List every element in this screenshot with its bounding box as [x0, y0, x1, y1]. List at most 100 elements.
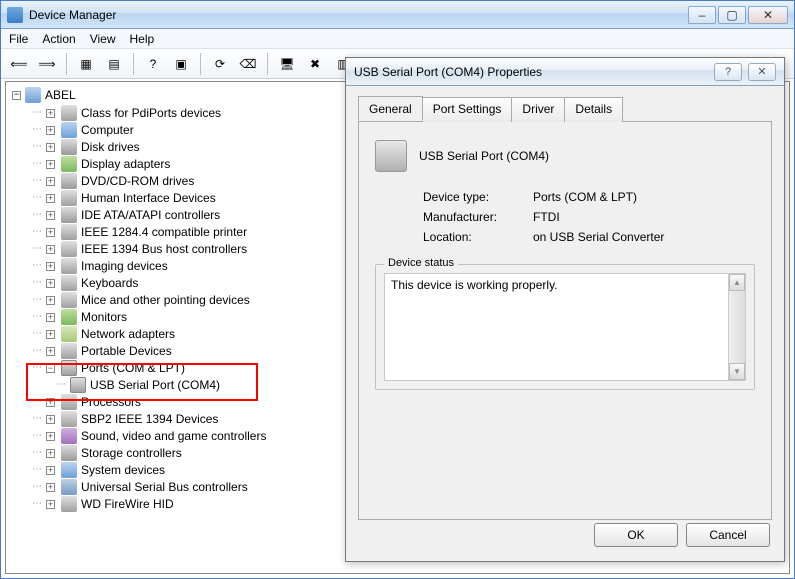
expand-icon[interactable]: +	[46, 296, 55, 305]
expand-icon[interactable]: +	[46, 126, 55, 135]
scroll-up-icon[interactable]: ▲	[729, 274, 745, 291]
tree-item-label: IEEE 1284.4 compatible printer	[81, 223, 247, 242]
computer-icon	[61, 462, 77, 478]
tree-item-label: Mice and other pointing devices	[81, 291, 250, 310]
close-button[interactable]: ✕	[748, 6, 788, 24]
tab-general[interactable]: General	[358, 96, 423, 121]
toolbar-view1-button[interactable]: ▦	[74, 52, 98, 76]
expand-icon[interactable]: +	[46, 228, 55, 237]
properties-dialog: USB Serial Port (COM4) Properties ? ✕ Ge…	[345, 57, 785, 562]
expand-icon[interactable]: +	[46, 211, 55, 220]
toolbar-props-button[interactable]: ▣	[169, 52, 193, 76]
tree-item-label: Class for PdiPorts devices	[81, 104, 221, 123]
tree-item-label: WD FireWire HID	[81, 495, 174, 514]
tree-item-label: Storage controllers	[81, 444, 182, 463]
toolbar-x-button[interactable]: ✖	[303, 52, 327, 76]
tree-item-label: Display adapters	[81, 155, 170, 174]
tree-item-label: Monitors	[81, 308, 127, 327]
tree-child-label: USB Serial Port (COM4)	[90, 376, 220, 395]
generic-icon	[61, 343, 77, 359]
tree-item-label: Disk drives	[81, 138, 140, 157]
minimize-button[interactable]: –	[688, 6, 716, 24]
expand-icon[interactable]: +	[46, 398, 55, 407]
device-status-group: Device status This device is working pro…	[375, 264, 755, 390]
drive-icon	[61, 445, 77, 461]
location-value: on USB Serial Converter	[533, 230, 755, 244]
window-title: Device Manager	[29, 8, 116, 22]
expand-icon[interactable]: +	[46, 415, 55, 424]
manufacturer-label: Manufacturer:	[423, 210, 533, 224]
dialog-help-button[interactable]: ?	[714, 63, 742, 81]
tree-item-label: SBP2 IEEE 1394 Devices	[81, 410, 218, 429]
tree-item-label: Imaging devices	[81, 257, 168, 276]
device-name: USB Serial Port (COM4)	[419, 149, 549, 163]
expand-icon[interactable]: +	[46, 143, 55, 152]
window-titlebar: Device Manager – ▢ ✕	[1, 1, 794, 29]
generic-icon	[61, 258, 77, 274]
drive-icon	[61, 207, 77, 223]
scroll-down-icon[interactable]: ▼	[729, 363, 745, 380]
computer-icon	[61, 122, 77, 138]
port-icon	[61, 360, 77, 376]
ok-button[interactable]: OK	[594, 523, 678, 547]
tree-item-label: IEEE 1394 Bus host controllers	[81, 240, 247, 259]
generic-icon	[61, 105, 77, 121]
dialog-close-button[interactable]: ✕	[748, 63, 776, 81]
menu-action[interactable]: Action	[42, 32, 75, 46]
device-status-textbox[interactable]: This device is working properly. ▲ ▼	[384, 273, 746, 381]
generic-icon	[61, 241, 77, 257]
tab-details[interactable]: Details	[564, 97, 623, 122]
sound-icon	[61, 428, 77, 444]
expand-icon[interactable]: +	[46, 449, 55, 458]
expand-icon[interactable]: +	[46, 177, 55, 186]
toolbar-view2-button[interactable]: ▤	[102, 52, 126, 76]
expand-icon[interactable]: +	[46, 500, 55, 509]
back-button[interactable]: ⟸	[7, 52, 31, 76]
tree-item-label: Ports (COM & LPT)	[81, 359, 185, 378]
tree-item-label: Universal Serial Bus controllers	[81, 478, 248, 497]
scrollbar[interactable]: ▲ ▼	[728, 274, 745, 380]
device-status-text: This device is working properly.	[391, 278, 558, 292]
generic-icon	[61, 190, 77, 206]
monitor-icon	[61, 156, 77, 172]
tab-driver[interactable]: Driver	[511, 97, 565, 122]
expand-icon[interactable]: +	[46, 194, 55, 203]
expand-icon[interactable]: +	[46, 466, 55, 475]
tab-port-settings[interactable]: Port Settings	[422, 97, 513, 122]
tree-item-label: Keyboards	[81, 274, 138, 293]
tree-item-label: Computer	[81, 121, 134, 140]
maximize-button[interactable]: ▢	[718, 6, 746, 24]
expand-icon[interactable]: +	[46, 262, 55, 271]
generic-icon	[61, 496, 77, 512]
device-icon	[375, 140, 407, 172]
menu-file[interactable]: File	[9, 32, 28, 46]
app-icon	[7, 7, 23, 23]
toolbar-update-button[interactable]: ⟳	[208, 52, 232, 76]
forward-button[interactable]: ⟹	[35, 52, 59, 76]
expand-icon[interactable]: +	[46, 245, 55, 254]
tab-content: USB Serial Port (COM4) Device type: Port…	[358, 122, 772, 520]
expand-icon[interactable]: +	[46, 109, 55, 118]
cancel-button[interactable]: Cancel	[686, 523, 770, 547]
expand-icon[interactable]: +	[46, 432, 55, 441]
expand-icon[interactable]: +	[46, 347, 55, 356]
expand-icon[interactable]: +	[46, 483, 55, 492]
generic-icon	[61, 224, 77, 240]
expand-icon[interactable]: −	[46, 364, 55, 373]
device-status-label: Device status	[384, 257, 458, 269]
expand-icon[interactable]: +	[46, 279, 55, 288]
tree-item-label: IDE ATA/ATAPI controllers	[81, 206, 220, 225]
toolbar-uninstall-button[interactable]: ⌫	[236, 52, 260, 76]
expand-icon[interactable]: +	[46, 330, 55, 339]
menu-help[interactable]: Help	[130, 32, 155, 46]
device-type-label: Device type:	[423, 190, 533, 204]
help-button[interactable]: ?	[141, 52, 165, 76]
tree-item-label: DVD/CD-ROM drives	[81, 172, 194, 191]
monitor-icon	[61, 309, 77, 325]
tree-item-label: System devices	[81, 461, 165, 480]
dialog-title: USB Serial Port (COM4) Properties	[354, 65, 542, 79]
expand-icon[interactable]: +	[46, 160, 55, 169]
menu-view[interactable]: View	[90, 32, 116, 46]
expand-icon[interactable]: +	[46, 313, 55, 322]
toolbar-scan-button[interactable]: 🖥	[275, 52, 299, 76]
